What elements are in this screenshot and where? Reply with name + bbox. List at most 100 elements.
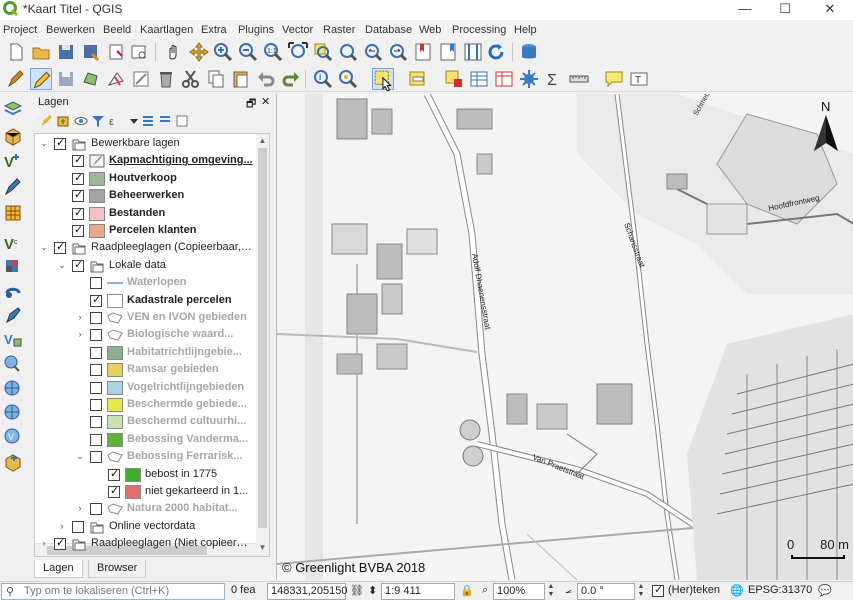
expand-chevron-icon[interactable]: › [39,537,49,549]
layer-row[interactable]: › VEN en IVON gebieden [35,309,257,327]
layer-row[interactable]: Bestanden [35,205,257,223]
select-features-icon[interactable] [372,68,394,91]
menu-vector[interactable]: Vector [282,24,313,36]
layer-row[interactable]: Ramsar gebieden [35,361,257,379]
menu-help[interactable]: Help [514,24,537,36]
layer-visibility-checkbox[interactable] [54,240,66,255]
expand-chevron-icon[interactable]: › [75,502,85,514]
render-checkbox[interactable] [652,583,664,597]
deselect-icon[interactable] [443,68,465,90]
tab-lagen[interactable]: Lagen [34,560,83,578]
add-virtual-layer-icon[interactable] [2,450,24,472]
layer-visibility-checkbox[interactable] [90,346,102,359]
layer-visibility-checkbox[interactable] [72,223,84,237]
layer-row[interactable]: Kadastrale percelen [35,292,257,310]
print-layout-icon[interactable] [105,41,127,63]
menu-database[interactable]: Database [365,24,412,36]
tab-browser[interactable]: Browser [88,560,147,578]
layer-visibility-checkbox[interactable] [90,277,102,290]
layer-visibility-checkbox[interactable] [72,206,84,220]
layer-row[interactable]: Kapmachtiging omgeving... [35,152,257,170]
add-xyz-icon[interactable] [2,256,24,278]
add-mssql-icon[interactable]: V [2,328,24,350]
measure-icon[interactable] [568,68,590,90]
manage-themes-icon[interactable] [74,114,88,128]
zoom-selection-icon[interactable] [312,41,334,63]
menu-kaartlagen[interactable]: Kaartlagen [140,24,193,36]
modify-attributes-icon[interactable] [130,68,152,90]
add-wfs-icon[interactable]: Vc [2,232,24,254]
delete-selected-icon[interactable] [155,68,177,90]
layout-manager-icon[interactable] [128,41,150,63]
dropdown-arrow-icon[interactable] [127,114,141,128]
layer-row[interactable]: › Online vectordata [35,518,257,536]
layer-visibility-checkbox[interactable] [54,536,66,551]
scroll-down-icon[interactable]: ▼ [258,542,267,554]
add-group-icon[interactable] [56,114,70,128]
scale-field[interactable]: 1:9 411 [381,583,455,600]
layer-visibility-checkbox[interactable] [90,503,102,516]
layer-row[interactable]: ⌄ Bewerkbare lagen [35,135,257,153]
identify-icon[interactable]: i [312,68,334,90]
map-tips-icon[interactable] [603,68,625,90]
filter-expression-icon[interactable]: ε [108,114,122,128]
vertex-tool-icon[interactable] [105,68,127,90]
select-by-value-icon[interactable] [407,68,429,90]
copy-features-icon[interactable] [205,68,227,90]
layer-row[interactable]: ⌄ Raadpleeglagen (Copieerbaar, l... [35,239,257,257]
add-wfs-service-icon[interactable]: V [2,426,24,448]
new-project-icon[interactable] [5,41,27,63]
add-wms-icon[interactable] [2,352,24,374]
layer-visibility-checkbox[interactable] [108,484,120,498]
toggle-editing-icon[interactable] [30,68,52,90]
layer-row[interactable]: ⌄ Bebossing Ferrarisk... [35,448,257,466]
expand-chevron-icon[interactable]: › [75,328,85,340]
zoom-out-icon[interactable] [237,41,259,63]
close-panel-icon[interactable]: ✕ [261,95,270,108]
zoom-next-icon[interactable] [387,41,409,63]
magnifier-spin[interactable]: ▲ ▼ [546,583,556,600]
redo-icon[interactable] [280,68,302,90]
lock-scale-icon[interactable]: 🔒 [460,584,474,597]
locator-input[interactable]: ⚲ Typ om te lokaliseren (Ctrl+K) [1,583,225,600]
close-icon[interactable]: ✕ [810,0,850,20]
layer-visibility-checkbox[interactable] [90,381,102,394]
add-polygon-icon[interactable] [80,68,102,90]
zoom-native-icon[interactable]: 1:1 [262,41,284,63]
add-spatialite-icon[interactable] [2,304,24,326]
menu-bewerken[interactable]: Bewerken [46,24,95,36]
paste-features-icon[interactable] [230,68,252,90]
cut-features-icon[interactable] [180,68,202,90]
actions-icon[interactable] [337,68,359,90]
style-icon[interactable] [39,114,53,128]
expand-all-icon[interactable] [141,114,155,128]
remove-layer-icon[interactable] [175,114,189,128]
layer-visibility-checkbox[interactable] [108,467,120,481]
layer-row[interactable]: › Natura 2000 habitat... [35,500,257,518]
messages-icon[interactable]: 💬 [818,584,832,597]
menu-web[interactable]: Web [419,24,441,36]
menu-plugins[interactable]: Plugins [238,24,274,36]
map-canvas[interactable]: Adolf Dhaenensstraat Van Praetstraat Sch… [276,94,853,580]
layer-row[interactable]: › Raadpleeglagen (Niet copieerba... [35,535,257,553]
layer-visibility-checkbox[interactable] [90,312,102,324]
layer-visibility-checkbox[interactable] [90,451,102,464]
layer-visibility-checkbox[interactable] [90,399,102,411]
zoom-in-icon[interactable] [212,41,234,63]
pan-icon[interactable] [162,41,184,63]
show-bookmarks-icon[interactable] [437,41,459,63]
layer-visibility-checkbox[interactable] [90,329,102,342]
attribute-table-icon[interactable] [468,68,490,90]
add-arcgis-icon[interactable] [2,402,24,424]
pan-to-selection-icon[interactable] [188,41,210,63]
filter-legend-icon[interactable] [91,114,105,128]
layer-visibility-checkbox[interactable] [72,258,84,272]
add-delimited-text-icon[interactable] [2,176,24,198]
undo-icon[interactable] [255,68,277,90]
layer-visibility-checkbox[interactable] [90,364,102,377]
layer-row[interactable]: Vogelrichtlijngebieden [35,379,257,397]
menu-processing[interactable]: Processing [452,24,506,36]
zoom-last-icon[interactable] [362,41,384,63]
new-bookmark-icon[interactable] [412,41,434,63]
scroll-up-icon[interactable]: ▲ [258,135,267,147]
